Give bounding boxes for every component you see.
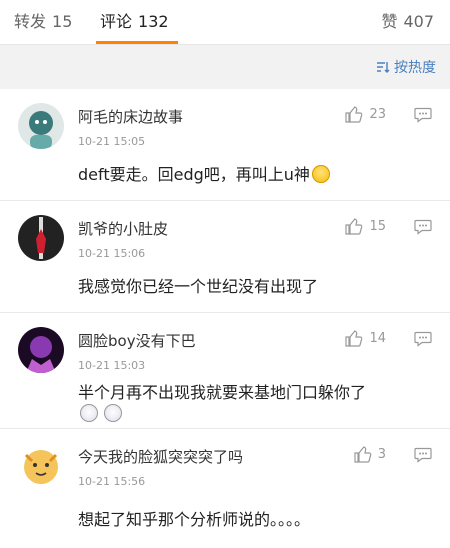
like-button[interactable]: 15 (345, 218, 386, 235)
thumbs-up-icon (354, 446, 372, 463)
timestamp: 10-21 15:05 (78, 135, 146, 148)
tab-repost[interactable]: 转发 15 (14, 8, 72, 32)
timestamp: 10-21 15:56 (78, 475, 146, 488)
reply-button[interactable] (414, 219, 432, 239)
thumbs-up-icon (345, 106, 363, 123)
sort-bar: 按热度 (0, 45, 450, 89)
avatar[interactable] (18, 103, 64, 149)
reply-button[interactable] (414, 107, 432, 127)
tab-likes[interactable]: 赞 407 (381, 8, 434, 32)
comment-item: 凯爷的小肚皮 10-21 15:06 15 我感觉你已经一个世纪没有出现了 (0, 201, 450, 313)
reply-button[interactable] (414, 331, 432, 351)
comment-text: 我感觉你已经一个世纪没有出现了 (78, 277, 319, 296)
username[interactable]: 凯爷的小肚皮 (78, 218, 168, 239)
smile-emoji (311, 165, 330, 183)
cry-emoji (104, 404, 122, 422)
timestamp: 10-21 15:06 (78, 247, 146, 260)
sort-icon (377, 62, 390, 73)
comment-item: 今天我的脸狐突突突了吗 10-21 15:56 3 想起了知乎那个分析师说的。。… (0, 429, 450, 540)
tab-comments[interactable]: 评论 132 (100, 8, 169, 32)
avatar[interactable] (18, 443, 64, 489)
reply-button[interactable] (414, 447, 432, 467)
emoji-row (78, 404, 122, 422)
username[interactable]: 阿毛的床边故事 (78, 106, 183, 127)
comment-item: 圆脸boy没有下巴 10-21 15:03 14 半个月再不出现我就要来基地门口… (0, 313, 450, 429)
comment-item: 阿毛的床边故事 10-21 15:05 23 deft要走。回edg吧，再叫上u… (0, 89, 450, 201)
tab-bar: 转发 15 评论 132 赞 407 (0, 0, 450, 45)
comment-text: 想起了知乎那个分析师说的。。。。 (78, 510, 311, 529)
like-button[interactable]: 23 (345, 106, 386, 123)
like-button[interactable]: 3 (354, 446, 386, 463)
like-button[interactable]: 14 (345, 330, 386, 347)
avatar[interactable] (18, 327, 64, 373)
comment-icon (414, 219, 432, 235)
timestamp: 10-21 15:03 (78, 359, 146, 372)
sort-by-hot-button[interactable]: 按热度 (376, 57, 436, 77)
comment-icon (414, 447, 432, 463)
comment-text: deft要走。回edg吧，再叫上u神 (78, 161, 330, 185)
username[interactable]: 今天我的脸狐突突突了吗 (78, 446, 243, 467)
comment-list: 阿毛的床边故事 10-21 15:05 23 deft要走。回edg吧，再叫上u… (0, 89, 450, 540)
username[interactable]: 圆脸boy没有下巴 (78, 330, 196, 351)
comment-icon (414, 107, 432, 123)
comment-text: 半个月再不出现我就要来基地门口躲你了 (78, 383, 367, 402)
active-tab-indicator (96, 41, 178, 44)
comment-icon (414, 331, 432, 347)
avatar[interactable] (18, 215, 64, 261)
cry-emoji (80, 404, 98, 422)
thumbs-up-icon (345, 330, 363, 347)
thumbs-up-icon (345, 218, 363, 235)
